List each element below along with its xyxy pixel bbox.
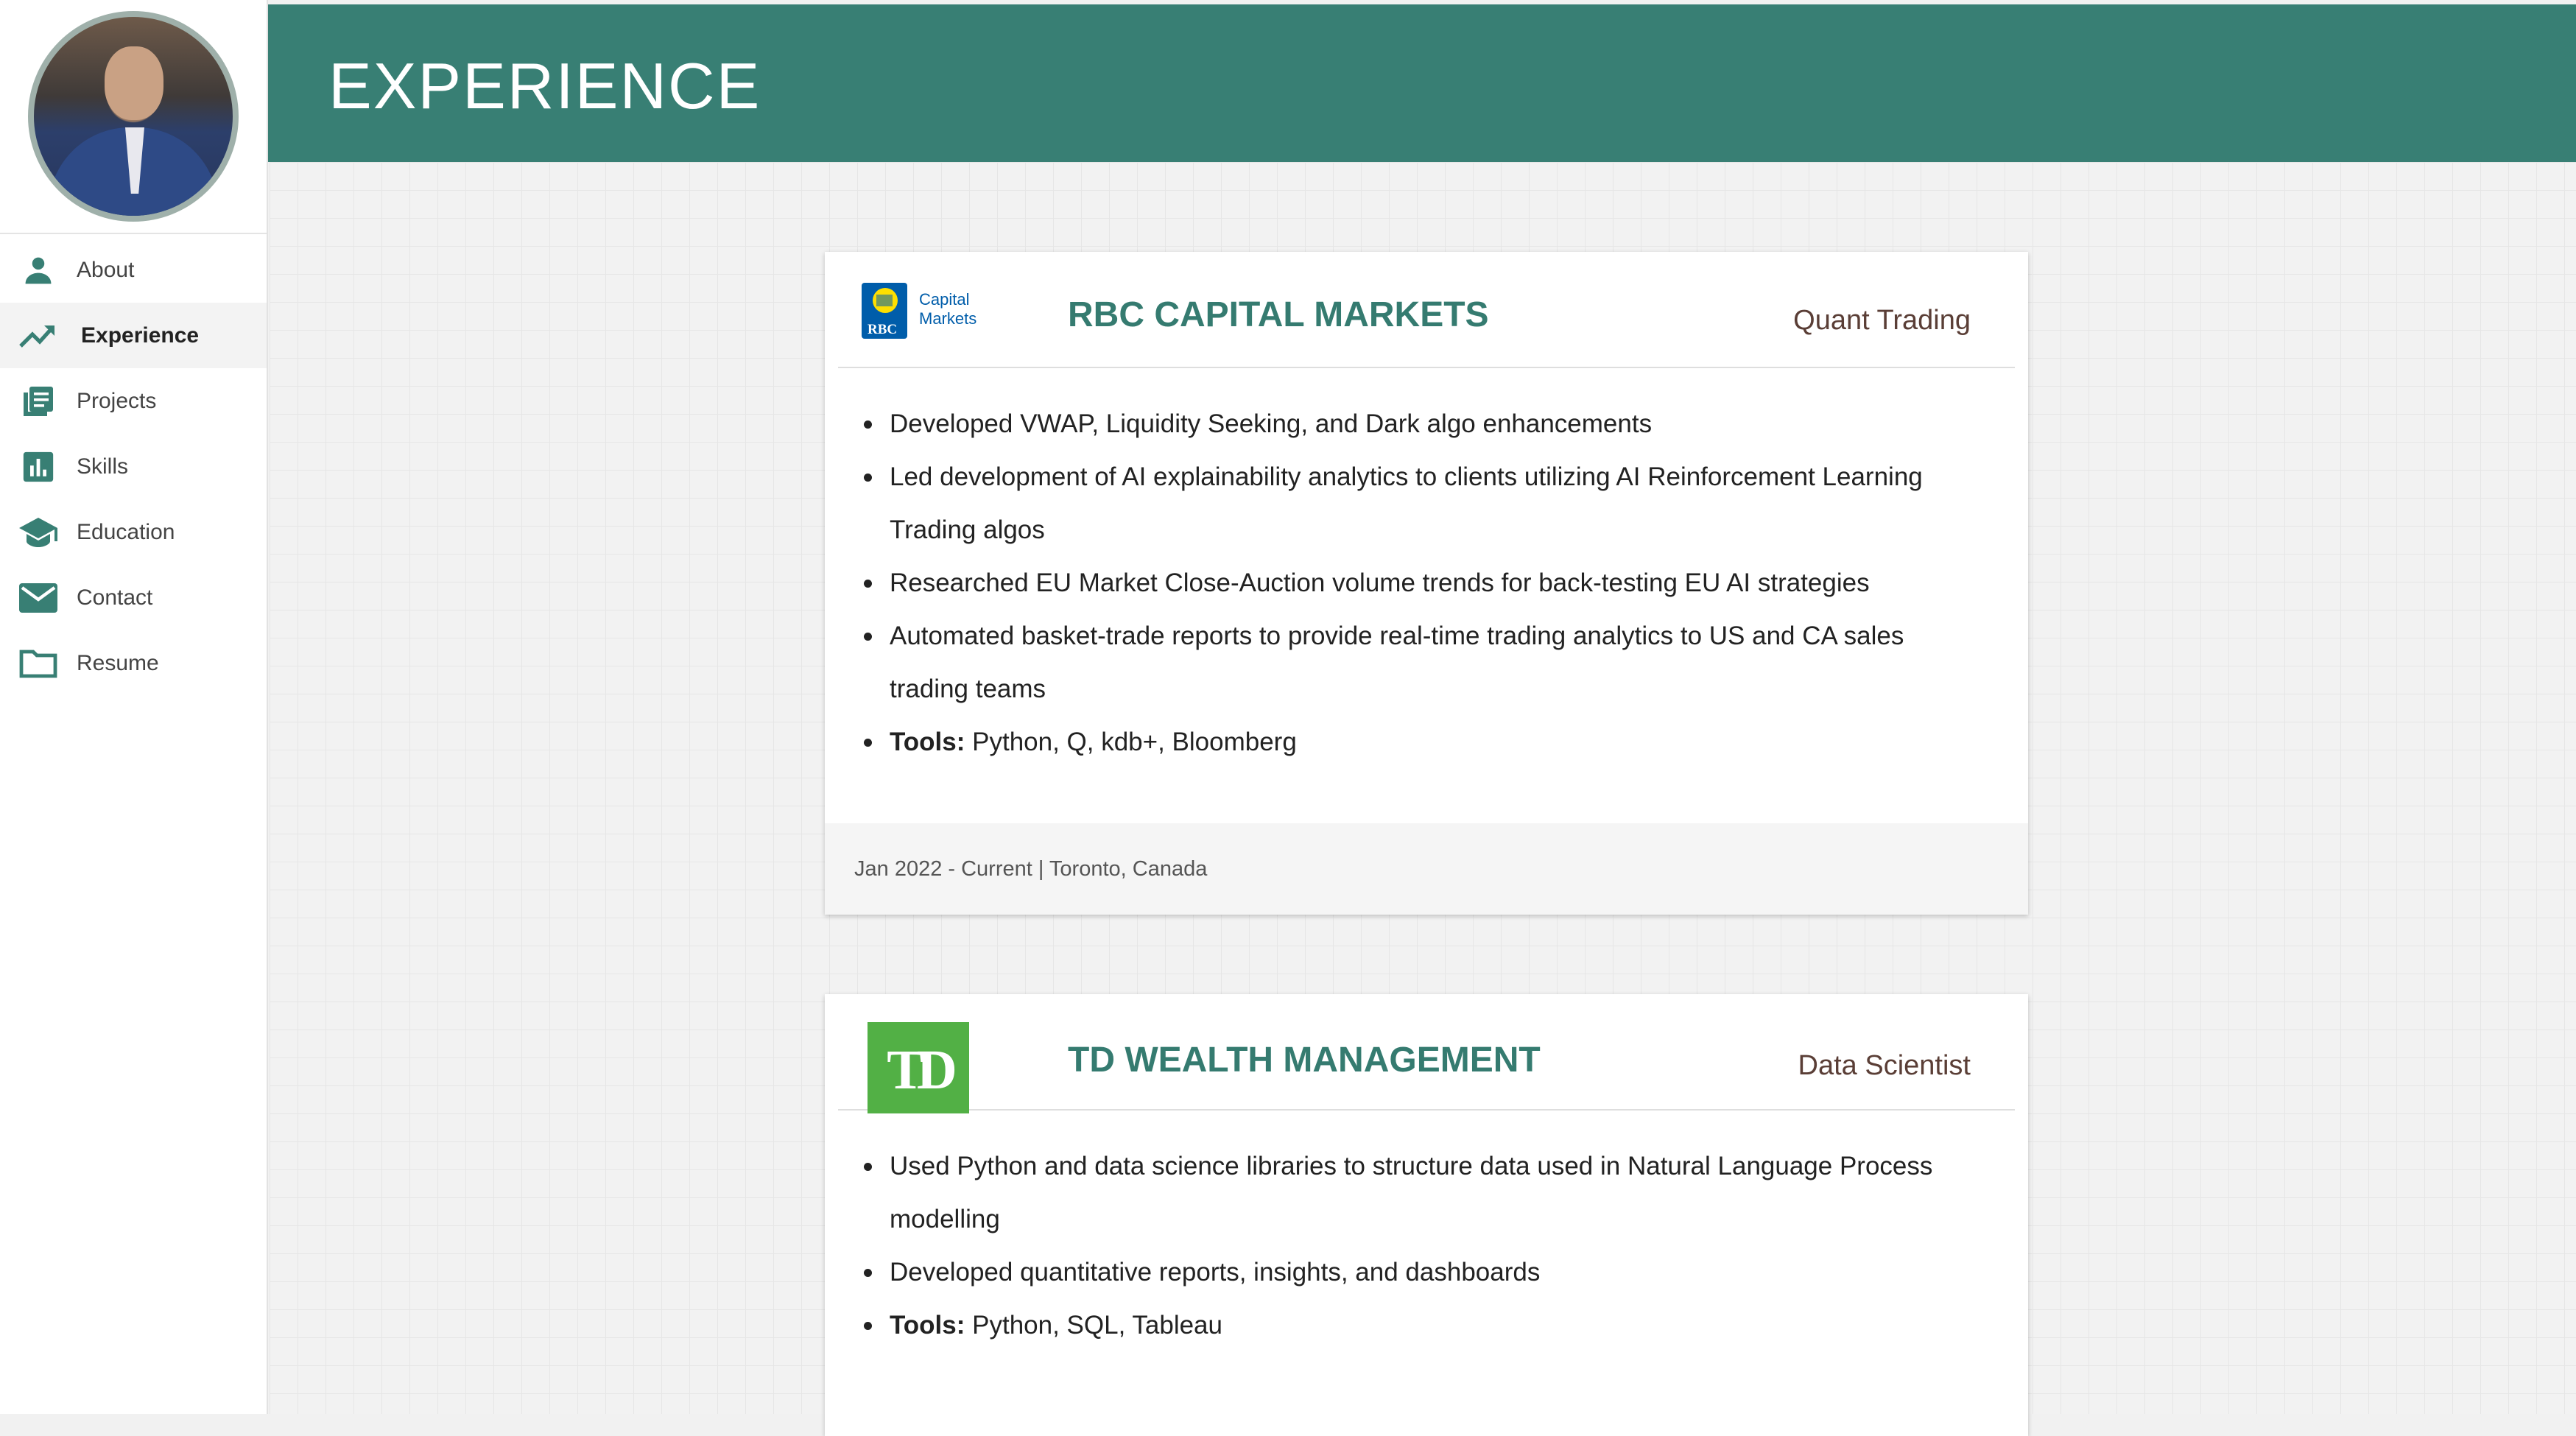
company-name: TD WEALTH MANAGEMENT	[1068, 1041, 1541, 1080]
sidebar-item-label: Projects	[77, 388, 157, 413]
td-logo: TD	[868, 1022, 969, 1117]
sidebar-item-contact[interactable]: Contact	[0, 565, 267, 630]
sidebar-item-projects[interactable]: Projects	[0, 368, 267, 434]
td-logo-badge: TD	[887, 1039, 955, 1101]
list-item: Automated basket-trade reports to provid…	[864, 610, 2028, 716]
sidebar-item-label: About	[77, 257, 135, 282]
list-item: Used Python and data science libraries t…	[864, 1140, 2028, 1246]
avatar	[28, 11, 239, 222]
folder-icon	[0, 648, 77, 679]
person-icon	[0, 254, 77, 286]
document-list-icon	[0, 384, 77, 419]
sidebar-nav: About Experience Projects Skills Educati…	[0, 234, 267, 696]
tools-value: Python, Q, kdb+, Bloomberg	[972, 728, 1297, 756]
sidebar-item-label: Resume	[77, 650, 159, 675]
sidebar-item-education[interactable]: Education	[0, 499, 267, 565]
profile-photo-container	[0, 0, 267, 234]
responsibilities-list: Developed VWAP, Liquidity Seeking, and D…	[825, 368, 2028, 786]
page-title: EXPERIENCE	[328, 49, 761, 122]
sidebar: About Experience Projects Skills Educati…	[0, 0, 268, 1414]
responsibilities-list: Used Python and data science libraries t…	[825, 1111, 2028, 1370]
sidebar-item-label: Skills	[77, 454, 129, 479]
rbc-logo: RBC Capital Markets	[859, 280, 991, 345]
job-title: Quant Trading	[1793, 305, 1971, 336]
sidebar-item-label: Contact	[77, 585, 153, 610]
mail-icon	[0, 583, 77, 613]
sidebar-item-resume[interactable]: Resume	[0, 630, 267, 696]
tools-label: Tools:	[890, 728, 965, 756]
experience-card-rbc: RBC Capital Markets RBC CAPITAL MARKETS …	[825, 252, 2028, 915]
bar-chart-icon	[0, 451, 77, 483]
sidebar-item-label: Education	[77, 519, 175, 544]
rbc-logo-line1: Capital	[919, 290, 969, 309]
card-header: TD TD WEALTH MANAGEMENT Data Scientist	[838, 994, 2015, 1113]
rbc-logo-badge: RBC	[868, 322, 897, 337]
card-header: RBC Capital Markets RBC CAPITAL MARKETS …	[838, 252, 2015, 368]
tools-label: Tools:	[890, 1311, 965, 1340]
list-item: Developed quantitative reports, insights…	[864, 1246, 2028, 1299]
experience-section: RBC Capital Markets RBC CAPITAL MARKETS …	[270, 162, 2576, 1436]
rbc-logo-line2: Markets	[919, 309, 976, 328]
tools-item: Tools: Python, SQL, Tableau	[864, 1299, 2028, 1352]
tools-item: Tools: Python, Q, kdb+, Bloomberg	[864, 716, 2028, 769]
page-header: EXPERIENCE	[268, 4, 2576, 162]
graduation-cap-icon	[0, 516, 77, 549]
list-item: Researched EU Market Close-Auction volum…	[864, 557, 2028, 610]
trending-up-icon	[0, 321, 77, 351]
sidebar-item-about[interactable]: About	[0, 237, 267, 303]
list-item: Developed VWAP, Liquidity Seeking, and D…	[864, 398, 2028, 451]
job-title: Data Scientist	[1798, 1050, 1971, 1081]
list-item: Led development of AI explainability ana…	[864, 451, 2028, 557]
company-name: RBC CAPITAL MARKETS	[1068, 295, 1489, 334]
card-footer: Jan 2022 - Current | Toronto, Canada	[825, 823, 2028, 915]
experience-card-td: TD TD WEALTH MANAGEMENT Data Scientist U…	[825, 994, 2028, 1436]
sidebar-item-experience[interactable]: Experience	[0, 303, 267, 368]
sidebar-item-skills[interactable]: Skills	[0, 434, 267, 499]
sidebar-item-label: Experience	[81, 323, 200, 348]
tools-value: Python, SQL, Tableau	[972, 1311, 1222, 1340]
date-location: Jan 2022 - Current | Toronto, Canada	[854, 856, 1208, 881]
